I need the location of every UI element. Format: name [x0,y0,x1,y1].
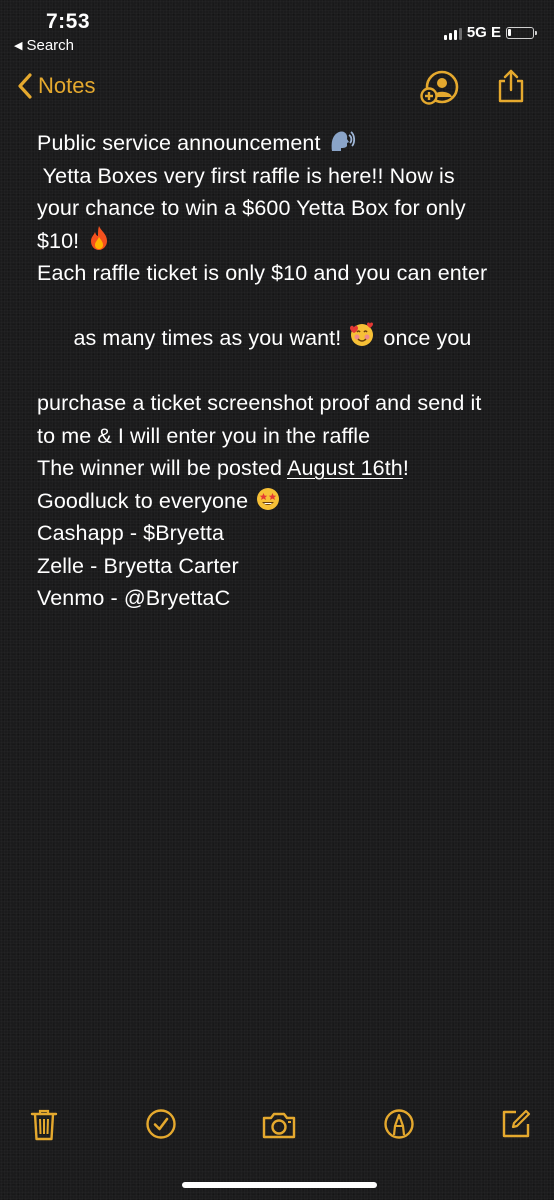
status-time: 7:53 [46,10,91,33]
battery-icon [506,26,537,39]
notes-screen: 7:53 ◀ Search 5G E Notes Public service … [0,0,554,1200]
checklist-icon [146,1109,176,1139]
notes-back-button[interactable]: Notes [16,72,95,100]
note-line: to me & I will enter you in the raffle [37,423,371,448]
share-button[interactable] [496,68,526,109]
note-line: The winner will be posted August 16th! [37,456,409,480]
note-line: as many times as you want! once you [37,290,529,388]
camera-button[interactable] [261,1110,297,1145]
fire-icon [91,225,108,250]
compose-icon [502,1109,531,1138]
note-line: Each raffle ticket is only $10 and you c… [37,261,488,285]
add-people-icon [420,70,459,105]
back-triangle-icon: ◀ [14,40,23,52]
note-body[interactable]: Public service announcement Yetta Boxes … [37,127,529,615]
notes-back-label: Notes [38,73,96,98]
note-line: Public service announcement [37,127,529,160]
chevron-left-icon [18,73,32,99]
date-link[interactable]: August 16th [287,456,403,480]
status-back-to-search[interactable]: ◀ Search [14,37,74,54]
note-line: your chance to win a $600 Yetta Box for … [37,196,466,220]
trash-icon [30,1109,58,1141]
note-line: $10! [37,225,529,258]
delete-button[interactable] [30,1108,58,1147]
compose-button[interactable] [500,1108,532,1145]
note-line: purchase a ticket screenshot proof and s… [37,391,482,415]
add-people-button[interactable] [420,70,462,111]
status-back-label: Search [26,37,74,54]
star-struck-icon [257,487,280,510]
home-indicator[interactable] [182,1182,377,1188]
note-line: Zelle - Bryetta Carter [37,553,239,578]
note-line: Venmo - @BryettaC [37,586,231,610]
note-line: Cashapp - $Bryetta [37,521,225,545]
status-indicators: 5G E [443,24,537,41]
note-line: Goodluck to everyone [37,485,529,518]
smiling-face-with-hearts-icon [350,322,374,346]
markup-button[interactable] [383,1108,415,1145]
camera-icon [262,1112,296,1139]
speaking-head-icon [331,131,355,151]
signal-icon [443,26,462,40]
markup-icon [384,1109,414,1139]
checklist-button[interactable] [145,1108,177,1145]
share-icon [498,69,524,103]
note-line: Yetta Boxes very first raffle is here!! … [37,163,455,188]
network-type: 5G E [466,24,501,41]
